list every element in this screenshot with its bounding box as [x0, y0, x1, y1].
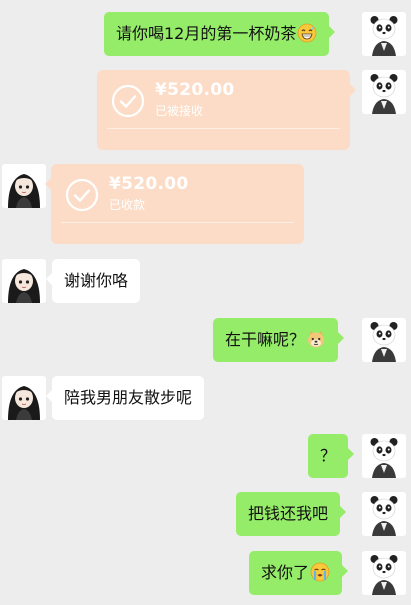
message-text: 谢谢你咯: [64, 271, 129, 290]
message-text: 请你喝12月的第一杯奶茶: [116, 24, 297, 43]
grinning-sweat-emoji: [297, 23, 317, 43]
message-text: 陪我男朋友散步呢: [64, 388, 193, 407]
transfer-status: 已收款: [109, 198, 146, 212]
message-text: 求你了: [261, 563, 310, 582]
my-avatar[interactable]: [362, 551, 406, 595]
message-text: 在干嘛呢？: [225, 330, 306, 349]
transfer-divider: [61, 222, 294, 223]
panda-avatar-icon: [362, 318, 406, 362]
my-avatar[interactable]: [362, 70, 406, 114]
message-text: 把钱还我吧: [248, 504, 329, 523]
panda-avatar-icon: [362, 492, 406, 536]
incoming-message-bubble[interactable]: 谢谢你咯: [45, 259, 141, 303]
my-avatar[interactable]: [362, 434, 406, 478]
checkmark-circle-icon: [111, 84, 145, 118]
my-avatar[interactable]: [362, 492, 406, 536]
transfer-amount: ¥520.00: [155, 80, 235, 100]
panda-avatar-icon: [362, 551, 406, 595]
transfer-status: 已被接收: [155, 104, 204, 118]
transfer-amount: ¥520.00: [109, 174, 189, 194]
chat-conversation[interactable]: 请你喝12月的第一杯奶茶 ¥520.00 已被接收 ¥520.00 已收款 谢谢…: [0, 0, 411, 605]
contact-avatar[interactable]: [2, 164, 46, 208]
message-text: ？: [320, 446, 337, 465]
girl-avatar-icon: [2, 164, 46, 208]
checkmark-circle-icon: [65, 178, 99, 212]
outgoing-message-bubble[interactable]: 求你了: [249, 551, 349, 595]
outgoing-message-bubble[interactable]: ？: [308, 434, 355, 478]
contact-avatar[interactable]: [2, 376, 46, 420]
panda-avatar-icon: [362, 70, 406, 114]
outgoing-message-bubble[interactable]: 请你喝12月的第一杯奶茶: [104, 12, 336, 56]
doge-emoji: [308, 331, 325, 348]
outgoing-transfer-card[interactable]: ¥520.00 已被接收: [97, 70, 356, 150]
girl-avatar-icon: [2, 376, 46, 420]
outgoing-message-bubble[interactable]: 把钱还我吧: [236, 492, 347, 536]
incoming-message-bubble[interactable]: 陪我男朋友散步呢: [45, 376, 205, 420]
my-avatar[interactable]: [362, 12, 406, 56]
contact-avatar[interactable]: [2, 259, 46, 303]
girl-avatar-icon: [2, 259, 46, 303]
panda-avatar-icon: [362, 434, 406, 478]
crying-face-emoji: [310, 562, 330, 582]
panda-avatar-icon: [362, 12, 406, 56]
transfer-divider: [107, 128, 340, 129]
outgoing-message-bubble[interactable]: 在干嘛呢？: [213, 318, 345, 362]
my-avatar[interactable]: [362, 318, 406, 362]
incoming-transfer-card[interactable]: ¥520.00 已收款: [45, 164, 304, 244]
